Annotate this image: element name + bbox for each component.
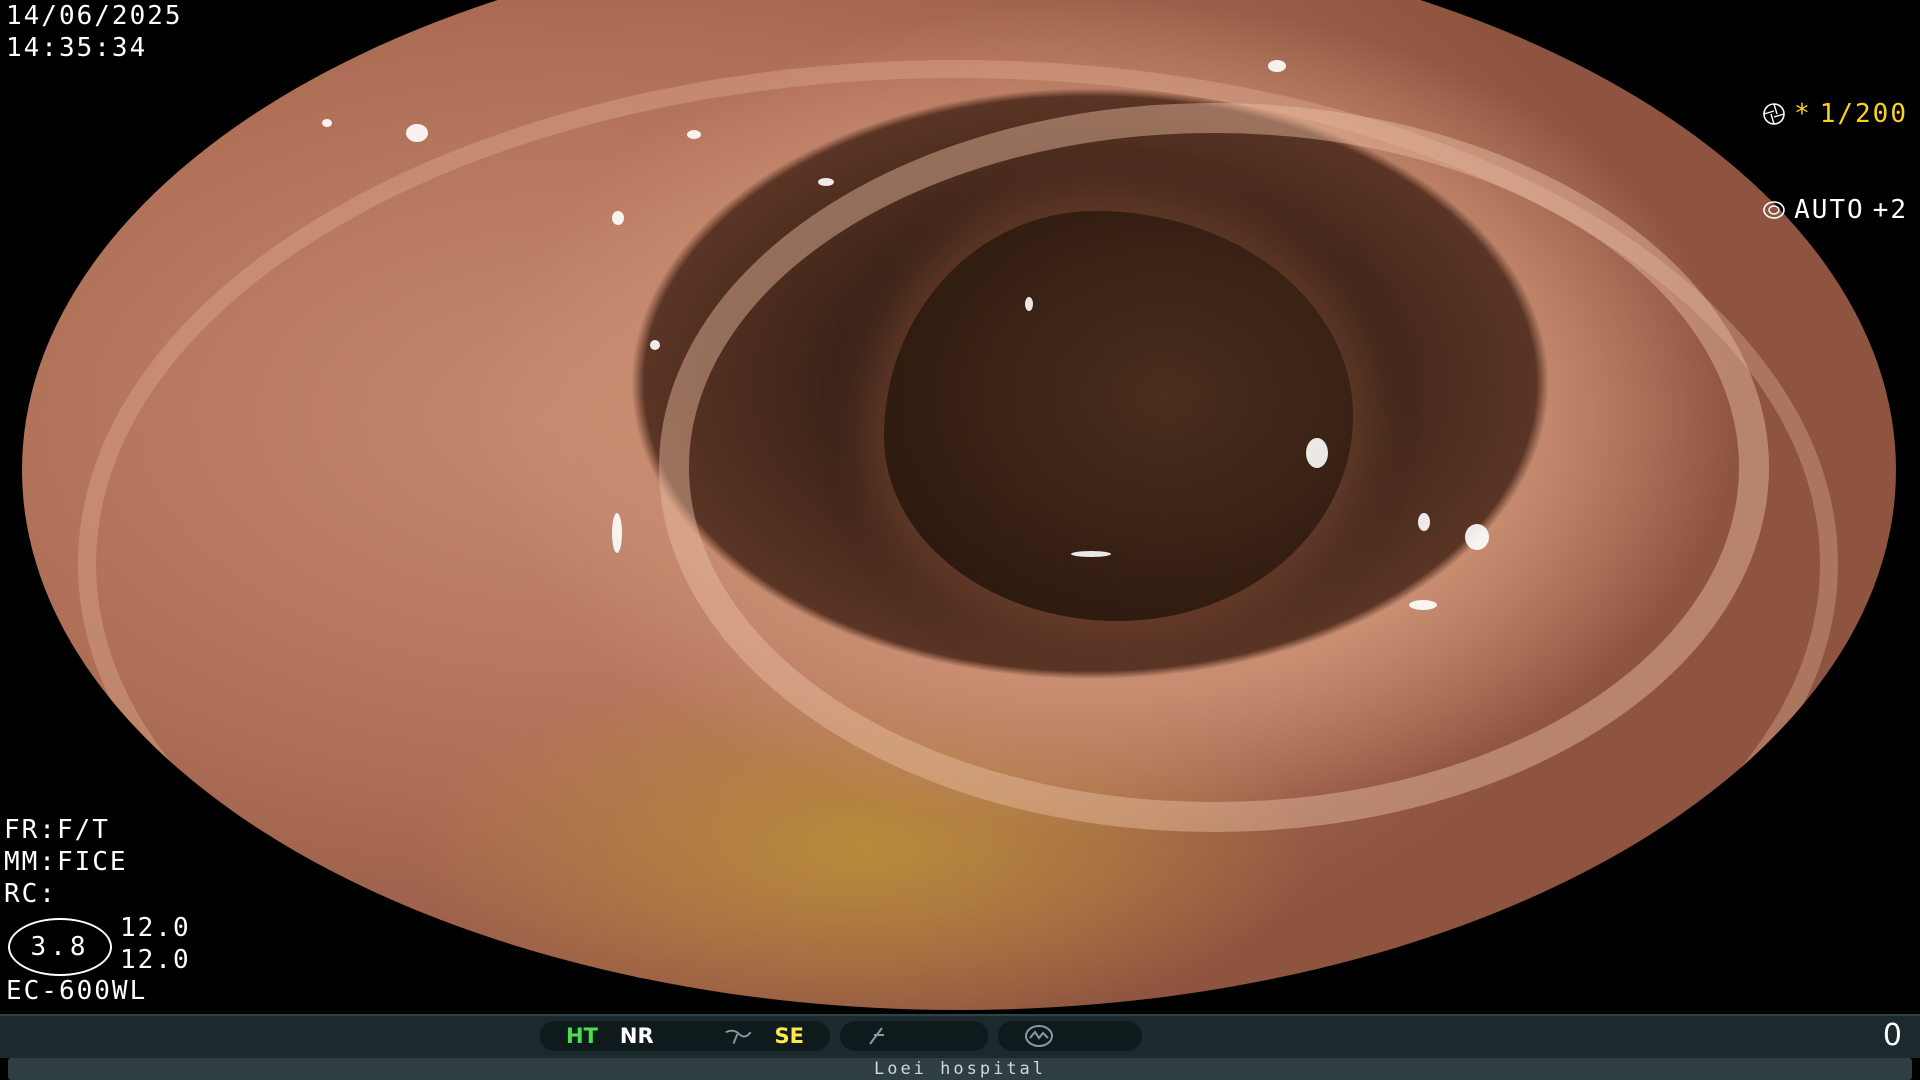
scope-icon — [1025, 1025, 1053, 1047]
light-reflection — [406, 124, 429, 143]
mm-text: MM:FICE — [4, 847, 128, 877]
value-top: 12.0 — [120, 913, 191, 943]
scope-model: EC-600WL — [6, 976, 148, 1006]
light-reflection — [1408, 599, 1437, 610]
ht-indicator: HT — [566, 1024, 598, 1048]
se-pill: SE — [698, 1021, 830, 1051]
light-reflection — [1024, 297, 1033, 312]
light-reflection — [321, 119, 332, 127]
mode-readout: FR:F/T MM:FICE RC: — [4, 814, 128, 910]
shutter-speed: 1/200 — [1819, 99, 1908, 129]
light-reflection — [1464, 524, 1489, 550]
value-bottom: 12.0 — [120, 945, 191, 975]
exposure-readout: * 1/200 AUTO +2 — [1762, 34, 1908, 290]
exposure-row: AUTO +2 — [1762, 194, 1908, 226]
light-reflection — [1305, 437, 1328, 468]
zoom-values: 12.0 12.0 — [120, 912, 191, 976]
exposure-mode: AUTO — [1794, 195, 1865, 225]
scope-mode-pill — [998, 1021, 1142, 1051]
hospital-footer: Loei hospital — [8, 1058, 1912, 1080]
iris-icon — [1763, 201, 1785, 219]
exposure-level: +2 — [1872, 195, 1908, 225]
datetime-readout: 14/06/2025 14:35:34 — [6, 0, 183, 64]
endoscopy-monitor: 14/06/2025 14:35:34 * 1/200 AUTO +2 FR:F/T M… — [0, 0, 1920, 1080]
light-reflection — [687, 129, 702, 139]
curve-icon — [725, 1029, 752, 1044]
zoom-indicator: 3.8 — [8, 918, 112, 976]
shutter-row: * 1/200 — [1762, 98, 1908, 130]
endoscopic-image — [22, 0, 1896, 1010]
fr-text: FR:F/T — [4, 815, 110, 845]
nr-indicator: NR — [619, 1024, 654, 1048]
status-bar: HT NR SE 0 — [0, 1014, 1920, 1058]
date-text: 14/06/2025 — [6, 1, 183, 31]
rc-text: RC: — [4, 879, 57, 909]
ht-nr-pill: HT NR — [540, 1021, 724, 1051]
slash-icon — [869, 1027, 884, 1045]
shutter-prefix: * — [1794, 99, 1812, 129]
se-indicator: SE — [774, 1024, 804, 1048]
frame-counter: 0 — [1882, 1018, 1902, 1053]
time-text: 14:35:34 — [6, 33, 148, 63]
aperture-icon — [1763, 103, 1785, 125]
light-reflection — [1268, 59, 1287, 72]
function-pill — [840, 1021, 988, 1051]
